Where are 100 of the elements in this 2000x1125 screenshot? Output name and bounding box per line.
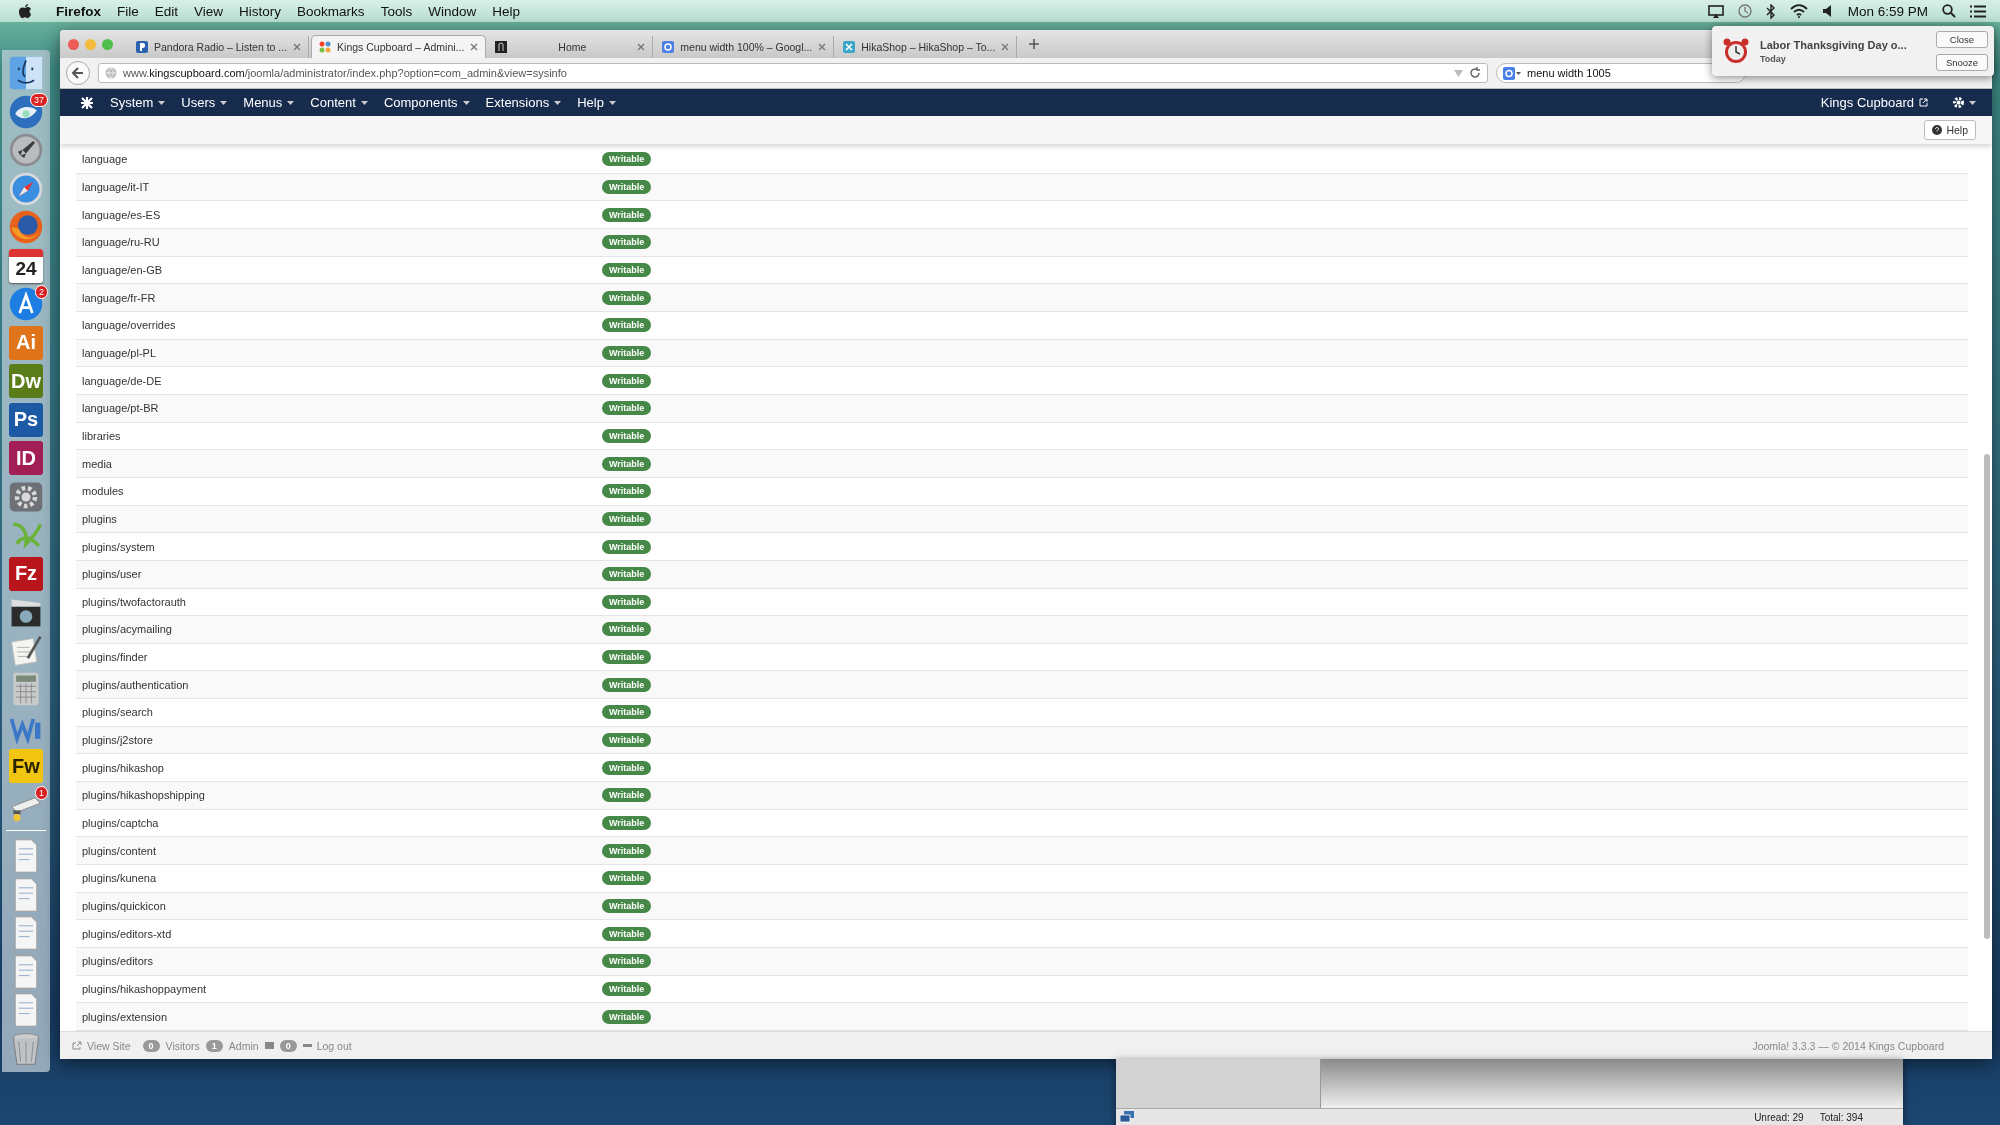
site-link[interactable]: Kings Cupboard xyxy=(1820,95,1928,110)
help-button[interactable]: Help xyxy=(1924,120,1976,140)
directory-path: language xyxy=(81,153,129,166)
directory-path: language/pl-PL xyxy=(81,346,157,359)
directory-path: plugins/editors xyxy=(81,955,154,968)
status-badge: Writable xyxy=(602,650,652,665)
app-icon[interactable]: Fz xyxy=(9,556,43,591)
status-badge: Writable xyxy=(602,843,652,858)
browser-tab[interactable]: Kings Cupboard – Admini... xyxy=(311,35,487,58)
nav-menu[interactable]: Content xyxy=(310,95,368,110)
status-badge: Writable xyxy=(602,982,652,996)
app-icon[interactable]: ID xyxy=(9,441,43,476)
nav-menu[interactable]: System xyxy=(110,95,166,110)
nav-menu[interactable]: Users xyxy=(181,95,228,110)
count-badge: 0 xyxy=(279,1039,297,1052)
directory-path: plugins/hikashoppayment xyxy=(81,983,208,995)
menu-item[interactable]: View xyxy=(194,3,224,19)
status-badge: Writable xyxy=(602,677,652,692)
status-badge: Writable xyxy=(602,318,652,333)
directory-path: plugins/j2store xyxy=(81,734,154,747)
status-badge: Writable xyxy=(602,899,652,914)
menu-item[interactable]: File xyxy=(117,3,139,19)
notification-badge: 1 xyxy=(35,785,48,800)
directory-path: language/en-GB xyxy=(81,263,164,276)
directory-path: language/it-IT xyxy=(81,181,151,193)
app-icon[interactable]: Dw xyxy=(9,364,43,399)
visitors-label: Visitors xyxy=(165,1039,200,1052)
menu-item[interactable]: History xyxy=(239,3,282,19)
menu-item[interactable]: Firefox xyxy=(56,3,101,19)
address-bar[interactable]: www.kingscupboard.com/joomla/administrator/index.php?option=com_admin&view=sysinfo xyxy=(98,63,1488,83)
status-badge: Writable xyxy=(602,262,652,277)
status-badge: Writable xyxy=(602,816,652,831)
count-badge: 1 xyxy=(205,1039,223,1052)
directory-path: plugins/twofactorauth xyxy=(81,595,187,608)
search-field[interactable]: menu width 1005 xyxy=(1496,63,1746,83)
menu-item[interactable]: Help xyxy=(492,3,520,19)
directory-path: language/overrides xyxy=(81,319,177,332)
directory-path: language/pt-BR xyxy=(81,402,160,415)
menu-item[interactable]: Edit xyxy=(154,3,179,19)
directory-path: plugins/user xyxy=(81,568,143,581)
directory-path: plugins/editors-xtd xyxy=(81,927,173,940)
status-badge: Writable xyxy=(602,511,652,526)
nav-menu[interactable]: Extensions xyxy=(485,95,562,110)
count-badge: 0 xyxy=(142,1039,160,1052)
unread-count: Unread: 29 xyxy=(1754,1111,1804,1123)
status-badge: Writable xyxy=(602,760,652,775)
directory-path: language/fr-FR xyxy=(81,291,157,304)
status-badge: Writable xyxy=(602,871,652,886)
status-badge: Writable xyxy=(602,705,652,720)
status-badge: Writable xyxy=(602,539,652,554)
nav-menu[interactable]: Help xyxy=(577,95,616,110)
directory-path: plugins/captcha xyxy=(81,817,160,830)
status-badge: Writable xyxy=(602,594,652,609)
notification-button[interactable]: Snooze xyxy=(1936,54,1988,71)
directory-path: language/de-DE xyxy=(81,374,163,387)
menu-item[interactable]: Window xyxy=(428,3,477,19)
app-icon[interactable]: Fw xyxy=(9,749,43,784)
status-badge: Writable xyxy=(602,954,652,969)
directory-path: plugins/authentication xyxy=(81,678,190,691)
app-icon[interactable]: Ps xyxy=(9,402,43,437)
total-count: Total: 394 xyxy=(1819,1111,1863,1123)
status-badge: Writable xyxy=(602,373,652,388)
clock-text[interactable]: Mon 6:59 PM xyxy=(1847,3,1928,19)
footer-credits: Joomla! 3.3.3 — © 2014 Kings Cupboard xyxy=(1752,1039,1944,1052)
directory-path: plugins/quickicon xyxy=(81,900,167,913)
nav-menu[interactable]: Components xyxy=(383,95,470,110)
status-badge: Writable xyxy=(602,345,652,360)
directory-path: plugins/system xyxy=(81,540,156,553)
status-badge: Writable xyxy=(602,428,652,443)
status-badge: Writable xyxy=(602,290,652,305)
directory-path: plugins/finder xyxy=(81,651,149,664)
status-badge: Writable xyxy=(602,207,652,222)
directory-path: plugins/hikashop xyxy=(81,761,165,774)
nav-menu[interactable]: Menus xyxy=(243,95,295,110)
status-badge: Writable xyxy=(602,235,652,250)
menu-item[interactable]: Bookmarks xyxy=(297,3,365,19)
status-badge: Writable xyxy=(602,1009,652,1024)
status-badge: Writable xyxy=(602,567,652,582)
status-badge: Writable xyxy=(602,401,652,416)
menu-item[interactable]: Tools xyxy=(380,3,413,19)
notification-button[interactable]: Close xyxy=(1936,31,1988,48)
directory-path: plugins/acymailing xyxy=(81,623,173,636)
status-badge: Writable xyxy=(602,456,652,471)
directory-path: plugins xyxy=(81,512,118,525)
directory-path: libraries xyxy=(81,429,122,442)
status-badge: Writable xyxy=(602,180,652,194)
status-badge: Writable xyxy=(602,152,652,167)
status-badge: Writable xyxy=(602,788,652,803)
status-badge: Writable xyxy=(602,733,652,748)
directory-path: media xyxy=(81,457,113,470)
directory-path: plugins/hikashopshipping xyxy=(81,789,206,802)
status-badge: Writable xyxy=(602,926,652,941)
directory-path: language/es-ES xyxy=(81,208,162,221)
directory-path: language/ru-RU xyxy=(81,236,161,249)
notification-subtitle: Today xyxy=(1760,53,1787,64)
calendar-icon[interactable]: 24 xyxy=(9,248,43,283)
notification-badge: 37 xyxy=(30,92,48,107)
notification-title: Labor Thanksgiving Day o... xyxy=(1760,38,1908,51)
directory-path: plugins/kunena xyxy=(81,872,157,885)
directory-path: modules xyxy=(81,485,125,498)
